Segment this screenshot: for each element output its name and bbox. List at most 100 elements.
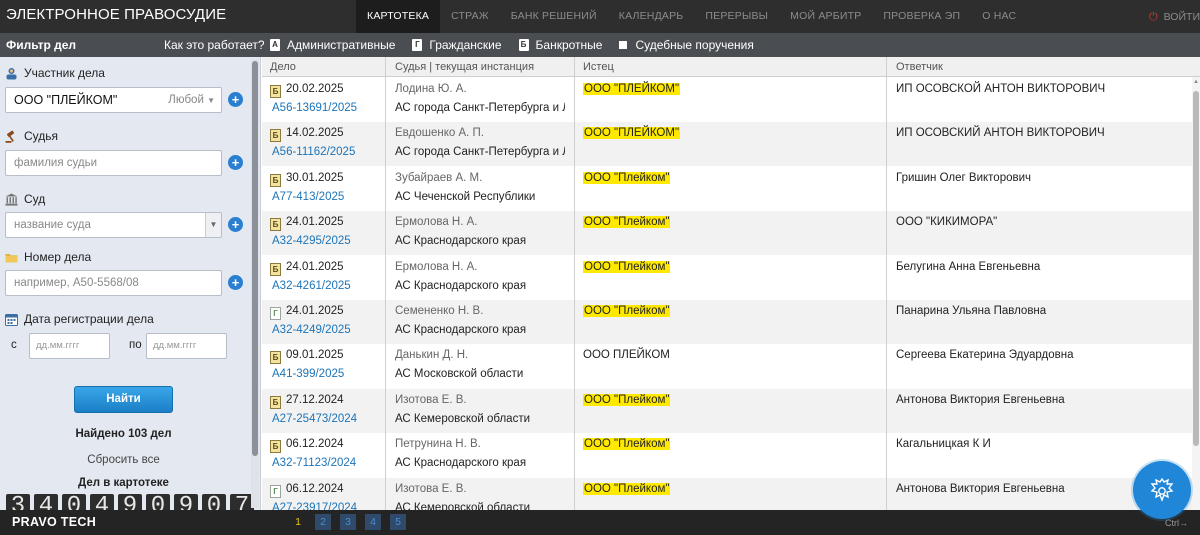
col-judge-instance[interactable]: Судья | текущая инстанция xyxy=(387,57,534,77)
bankruptcy-case-icon: Б xyxy=(270,395,281,409)
case-number-link[interactable]: А77-413/2025 xyxy=(272,191,344,203)
chevron-down-icon[interactable]: ▼ xyxy=(205,213,221,237)
nav-kartoteka[interactable]: КАРТОТЕКА xyxy=(356,0,441,33)
footer-brand[interactable]: PRAVO TECH xyxy=(12,515,96,529)
case-number-link[interactable]: А27-23917/2024 xyxy=(272,502,357,510)
table-row[interactable]: Б 24.01.2025 А32-4261/2025 Ермолова Н. А. АС… xyxy=(262,256,1200,300)
page-5[interactable]: 5 xyxy=(390,514,406,530)
folder-icon xyxy=(5,253,18,262)
participant-role-value: Любой xyxy=(168,94,204,106)
eagle-emblem-svg xyxy=(1150,477,1174,502)
reset-all-link[interactable]: Сбросить все xyxy=(0,454,247,466)
table-row[interactable]: Б 24.01.2025 А32-4295/2025 Ермолова Н. А. АС… xyxy=(262,211,1200,256)
case-number-link[interactable]: А32-4295/2025 xyxy=(272,235,351,247)
table-row[interactable]: Б 06.12.2024 А32-71123/2024 Петрунина Н. В.… xyxy=(262,433,1200,477)
nav-moy-arbitr[interactable]: МОЙ АРБИТР xyxy=(779,0,872,33)
bankruptcy-case-icon: Б xyxy=(270,129,281,143)
case-date: 24.01.2025 xyxy=(286,260,344,273)
date-from-input[interactable]: дд.мм.гггг xyxy=(29,333,110,359)
found-count: Найдено 103 дел xyxy=(75,428,172,440)
participant-label-text: Участник дела xyxy=(24,66,105,80)
plaintiff-name: ООО "Плейком" xyxy=(583,482,671,495)
case-number-link[interactable]: А32-71123/2024 xyxy=(272,457,356,469)
case-number-input[interactable]: например, А50-5568/08 xyxy=(5,270,222,296)
top-bar: ЭЛЕКТРОННОЕ ПРАВОСУДИЕ КАРТОТЕКА СТРАЖ Б… xyxy=(0,0,1200,33)
plaintiff-name: ООО "Плейком" xyxy=(583,393,671,406)
judge-name: Ермолова Н. А. xyxy=(395,216,478,229)
case-date: 30.01.2025 xyxy=(286,171,344,184)
table-row[interactable]: Б 27.12.2024 А27-25473/2024 Изотова Е. В. АС… xyxy=(262,388,1200,433)
case-number-link[interactable]: А56-13691/2025 xyxy=(272,102,357,114)
filter-court-orders[interactable]: Судебные поручения xyxy=(619,38,754,52)
add-case-number-button[interactable]: + xyxy=(228,275,243,290)
how-it-works-link[interactable]: Как это работает? xyxy=(164,38,265,52)
column-divider xyxy=(886,57,887,510)
case-number-link[interactable]: А41-399/2025 xyxy=(272,368,344,380)
court-name: АС Краснодарского края xyxy=(395,279,527,292)
civil-case-icon: Г xyxy=(270,484,281,498)
court-name: АС Московской области xyxy=(395,368,524,381)
scroll-up-icon[interactable]: ▲ xyxy=(1192,79,1200,85)
court-select[interactable]: название суда ▼ xyxy=(5,212,222,238)
nav-pereryvy[interactable]: ПЕРЕРЫВЫ xyxy=(694,0,779,33)
table-row[interactable]: Г 06.12.2024 А27-23917/2024 Изотова Е. В. АС… xyxy=(262,477,1200,510)
calendar-icon xyxy=(5,313,18,326)
plaintiff-name: ООО "ПЛЕЙКОМ" xyxy=(583,83,681,95)
counter-digit: 4 xyxy=(34,494,58,510)
defendant-name: Антонова Виктория Евгеньевна xyxy=(896,393,1065,406)
participant-role-select[interactable]: Любой ▼ xyxy=(168,88,215,112)
col-defendant[interactable]: Ответчик xyxy=(888,57,943,77)
date-to-input[interactable]: дд.мм.гггг xyxy=(146,333,227,359)
court-orders-icon xyxy=(619,41,628,49)
case-number-label: Номер дела xyxy=(5,250,91,264)
app-title[interactable]: ЭЛЕКТРОННОЕ ПРАВОСУДИЕ xyxy=(6,6,226,23)
nav-bank-resheniy[interactable]: БАНК РЕШЕНИЙ xyxy=(500,0,608,33)
case-date: 27.12.2024 xyxy=(286,393,344,406)
table-row[interactable]: Б 09.01.2025 А41-399/2025 Данькин Д. Н. АС М… xyxy=(262,344,1200,388)
scrollbar-thumb[interactable] xyxy=(1193,91,1199,446)
page-4[interactable]: 4 xyxy=(365,514,381,530)
find-button[interactable]: Найти xyxy=(74,386,173,413)
filter-civil-label: Гражданские xyxy=(429,38,502,52)
page-3[interactable]: 3 xyxy=(340,514,356,530)
judge-input[interactable]: фамилия судьи xyxy=(5,150,222,176)
nav-kalendar[interactable]: КАЛЕНДАРЬ xyxy=(608,0,695,33)
case-counter: 3 4 0 4 9 0 9 0 7 xyxy=(6,494,258,510)
nav-o-nas[interactable]: О НАС xyxy=(971,0,1027,33)
scrollbar-thumb[interactable] xyxy=(252,61,258,456)
court-name: АС Чеченской Республики xyxy=(395,190,536,203)
court-name: АС Краснодарского края xyxy=(395,457,527,470)
table-row[interactable]: Б 20.02.2025 А56-13691/2025 Лодина Ю. А. АС … xyxy=(262,78,1200,122)
date-to-label: по xyxy=(129,339,142,351)
filter-bar: Фильтр дел Как это работает? А Администр… xyxy=(0,33,1200,57)
page-2[interactable]: 2 xyxy=(315,514,331,530)
col-case[interactable]: Дело xyxy=(262,57,296,77)
filter-bankruptcy[interactable]: Б Банкротные xyxy=(518,38,602,52)
case-number-link[interactable]: А56-11162/2025 xyxy=(272,146,355,158)
table-row[interactable]: Б 14.02.2025 А56-11162/2025 Евдошенко А. П.… xyxy=(262,122,1200,167)
sidebar-scrollbar[interactable] xyxy=(251,59,259,508)
add-court-button[interactable]: + xyxy=(228,217,243,232)
add-participant-button[interactable]: + xyxy=(228,92,243,107)
court-label-text: Суд xyxy=(24,192,46,206)
filter-civil[interactable]: Г Гражданские xyxy=(412,38,502,52)
page-1[interactable]: 1 xyxy=(290,514,306,530)
eagle-emblem-icon[interactable] xyxy=(1133,461,1191,519)
nav-proverka-ep[interactable]: ПРОВЕРКА ЭП xyxy=(872,0,971,33)
nav-strazh[interactable]: СТРАЖ xyxy=(440,0,500,33)
table-row[interactable]: Б 30.01.2025 А77-413/2025 Зубайраев А. М. АС… xyxy=(262,167,1200,211)
administrative-icon: А xyxy=(270,39,280,51)
court-name: АС Краснодарского края xyxy=(395,235,527,248)
table-row[interactable]: Г 24.01.2025 А32-4249/2025 Семененко Н. В. А… xyxy=(262,300,1200,344)
counter-digit: 0 xyxy=(146,494,170,510)
participant-input[interactable]: ООО "ПЛЕЙКОМ" Любой ▼ xyxy=(5,87,222,113)
case-number-link[interactable]: А32-4249/2025 xyxy=(272,324,351,336)
case-number-link[interactable]: А27-25473/2024 xyxy=(272,413,357,425)
case-number-link[interactable]: А32-4261/2025 xyxy=(272,280,351,292)
table-scrollbar[interactable]: ▲ xyxy=(1192,77,1200,510)
filter-administrative[interactable]: А Административные xyxy=(270,38,395,52)
add-judge-button[interactable]: + xyxy=(228,155,243,170)
col-plaintiff[interactable]: Истец xyxy=(575,57,614,77)
court-name: АС города Санкт-Петербурга и Ленинградск… xyxy=(395,146,565,159)
login-button[interactable]: ⏻ ВОЙТИ xyxy=(1149,0,1200,33)
